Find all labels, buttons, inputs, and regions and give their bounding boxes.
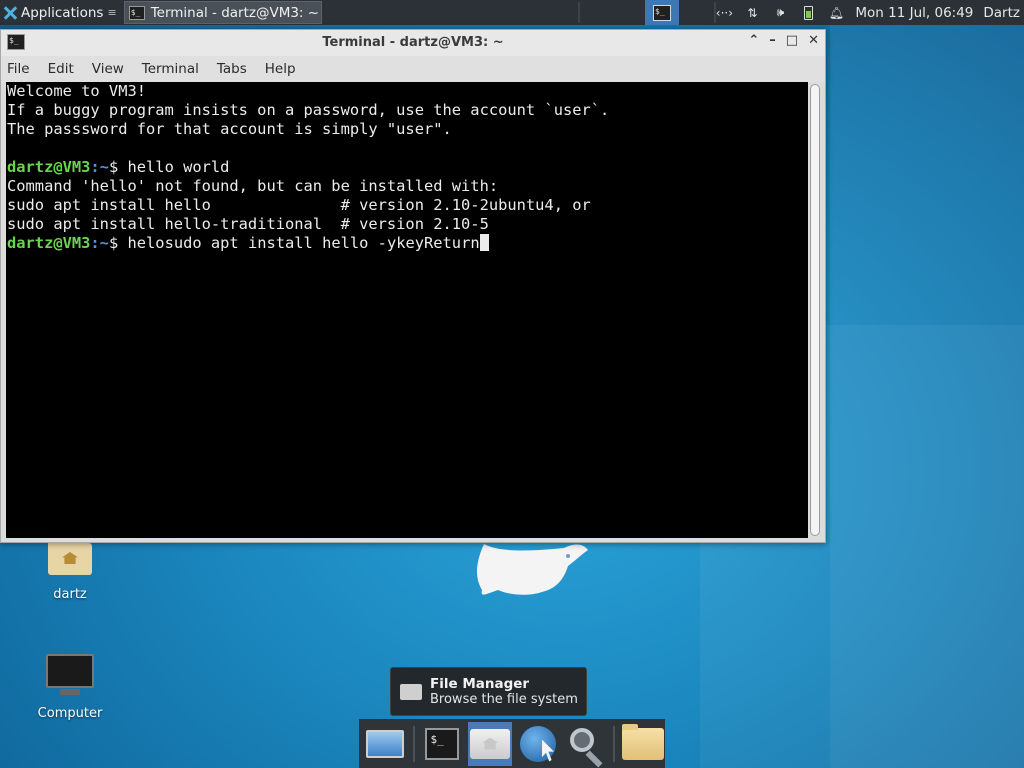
- terminal-scrollbar[interactable]: [810, 84, 820, 536]
- volume-icon[interactable]: 🕪: [771, 5, 789, 21]
- clock[interactable]: Mon 11 Jul, 06:49: [855, 5, 973, 21]
- prompt-user: dartz@VM3: [7, 158, 91, 176]
- xfce-logo-icon: [3, 6, 17, 20]
- prompt-symbol: $: [108, 234, 128, 252]
- dock-separator: [613, 725, 616, 762]
- folder-icon: [622, 723, 665, 760]
- workspace-switcher-button[interactable]: $_: [645, 0, 679, 25]
- file-manager-icon: [470, 728, 511, 759]
- menu-help[interactable]: Help: [265, 61, 296, 77]
- window-titlebar[interactable]: $_ Terminal - dartz@VM3: ~ ⌃ – □ ✕: [1, 30, 825, 56]
- text-cursor: [479, 234, 489, 251]
- menu-bar: File Edit View Terminal Tabs Help: [1, 56, 825, 82]
- prompt-symbol: $: [108, 158, 128, 176]
- home-folder-icon: [48, 540, 92, 575]
- terminal-line: Welcome to VM3!: [7, 82, 146, 100]
- window-title: Terminal - dartz@VM3: ~: [322, 35, 504, 50]
- desktop-icon-computer[interactable]: Computer: [30, 654, 110, 721]
- terminal-icon: $_: [425, 727, 460, 760]
- menu-tabs[interactable]: Tabs: [217, 61, 247, 77]
- updown-icon[interactable]: ⇅: [743, 5, 761, 21]
- applications-more-indicator: ≡: [107, 6, 117, 19]
- prompt-path: :~: [90, 158, 109, 176]
- monitor-stand: [60, 689, 80, 695]
- desktop-icon-computer-label: Computer: [37, 706, 103, 721]
- terminal-prompt-line: dartz@VM3:~$ hello world: [7, 158, 808, 177]
- menu-view[interactable]: View: [92, 61, 124, 77]
- tooltip-subtitle: Browse the file system: [430, 692, 578, 707]
- search-icon: [569, 727, 594, 752]
- maximize-button[interactable]: □: [786, 33, 798, 48]
- terminal-prompt-line: dartz@VM3:~$ helosudo apt install hello …: [7, 234, 808, 253]
- taskbar-terminal-button[interactable]: $_ Terminal - dartz@VM3: ~: [123, 1, 322, 24]
- system-tray: ‹··› ⇅ 🕪 🔔︎ Mon 11 Jul, 06:49 Dartz: [715, 0, 1024, 25]
- minimize-button[interactable]: –: [769, 33, 776, 48]
- taskbar-terminal-label: Terminal - dartz@VM3: ~: [150, 4, 320, 21]
- dock-app-finder[interactable]: [564, 722, 608, 766]
- terminal-icon: $_: [128, 5, 145, 20]
- dock-file-manager[interactable]: [468, 721, 512, 766]
- close-button[interactable]: ✕: [808, 33, 819, 48]
- top-panel: Applications ≡ $_ Terminal - dartz@VM3: …: [0, 0, 1024, 25]
- prompt-command: hello world: [127, 158, 230, 176]
- xfce-mouse-logo-icon: [477, 544, 588, 595]
- computer-icon: [46, 654, 94, 688]
- prompt-command: helosudo apt install hello -ykeyReturn: [127, 234, 480, 252]
- workspace-terminal-icon: $_: [653, 4, 671, 21]
- dock-web-browser[interactable]: [516, 722, 560, 766]
- desktop-icon-home-label: dartz: [53, 587, 87, 602]
- file-manager-icon: [400, 683, 422, 700]
- terminal-line: sudo apt install hello-traditional # ver…: [7, 215, 489, 233]
- dock-separator: [412, 725, 415, 762]
- prompt-user: dartz@VM3: [7, 234, 91, 252]
- show-desktop-icon: [365, 729, 404, 758]
- terminal-output[interactable]: Welcome to VM3! If a buggy program insis…: [6, 82, 808, 538]
- tooltip-title: File Manager: [430, 676, 530, 692]
- prompt-path: :~: [90, 234, 109, 252]
- desktop-icon-home[interactable]: dartz: [38, 540, 102, 602]
- applications-label: Applications: [21, 4, 104, 21]
- terminal-line: sudo apt install hello # version 2.10-2u…: [7, 196, 591, 214]
- notification-bell-icon[interactable]: 🔔︎: [827, 5, 845, 21]
- menu-terminal[interactable]: Terminal: [142, 61, 199, 77]
- shade-button[interactable]: ⌃: [748, 33, 759, 48]
- terminal-line: Command 'hello' not found, but can be in…: [7, 177, 499, 195]
- panel-separator: [578, 2, 580, 23]
- file-manager-tooltip: File Manager Browse the file system: [390, 667, 587, 716]
- user-menu[interactable]: Dartz: [983, 5, 1020, 21]
- window-controls: ⌃ – □ ✕: [748, 33, 819, 48]
- dock-show-desktop[interactable]: [363, 722, 407, 766]
- menu-file[interactable]: File: [7, 61, 30, 77]
- bottom-dock: $_: [359, 719, 665, 768]
- terminal-line: If a buggy program insists on a password…: [7, 101, 610, 119]
- terminal-window: $_ Terminal - dartz@VM3: ~ ⌃ – □ ✕ File …: [0, 29, 826, 543]
- dock-folder[interactable]: [621, 722, 665, 766]
- battery-icon[interactable]: [799, 5, 817, 21]
- menu-edit[interactable]: Edit: [48, 61, 74, 77]
- web-browser-globe-icon: [519, 725, 556, 762]
- terminal-line: The passsword for that account is simply…: [7, 120, 452, 138]
- applications-menu-button[interactable]: Applications ≡: [0, 0, 120, 25]
- network-icon[interactable]: ‹··›: [715, 5, 733, 21]
- dock-terminal[interactable]: $_: [421, 722, 465, 766]
